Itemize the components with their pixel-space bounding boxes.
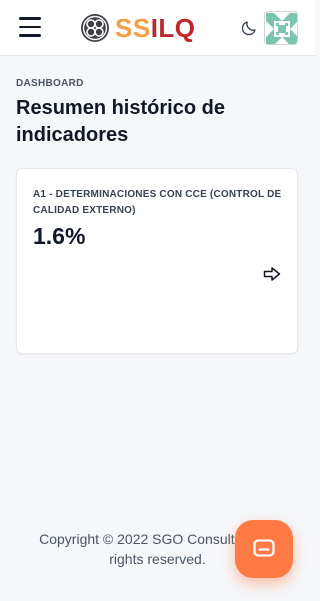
brand-name-part2: ILQ: [150, 12, 196, 43]
hamburger-icon: [18, 17, 44, 37]
avatar[interactable]: [264, 11, 298, 45]
breadcrumb[interactable]: DASHBOARD: [16, 78, 299, 89]
indicator-card-title: A1 - DETERMINACIONES CON CCE (CONTROL DE…: [33, 189, 282, 216]
menu-button[interactable]: [18, 17, 44, 39]
page-title: Resumen histórico de indicadores: [16, 97, 225, 146]
avatar-pattern-icon: [265, 12, 297, 44]
brand-name-part1: SS: [115, 12, 151, 43]
brand-logo[interactable]: SSILQ: [80, 12, 196, 44]
moon-icon[interactable]: [240, 19, 258, 37]
main-content: DASHBOARD Resumen histórico de indicador…: [16, 78, 299, 149]
top-bar: SSILQ: [0, 0, 315, 56]
arrow-right-icon[interactable]: [263, 266, 281, 282]
indicator-card[interactable]: A1 - DETERMINACIONES CON CCE (CONTROL DE…: [16, 168, 298, 354]
chat-button[interactable]: [235, 520, 293, 578]
brand-name: SSILQ: [115, 13, 196, 44]
chat-icon: [253, 539, 275, 557]
logo-mark-icon: [81, 14, 109, 42]
indicator-card-value: 1.6%: [33, 223, 86, 249]
